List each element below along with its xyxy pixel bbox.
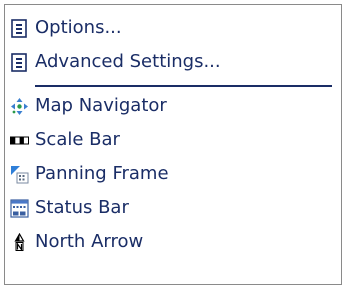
menu-item-label: Advanced Settings...: [35, 51, 221, 72]
menu-item-label: Map Navigator: [35, 95, 167, 116]
panning-frame-icon: [10, 165, 29, 184]
context-menu: Options... Advanced Settings... Map Navi…: [4, 4, 342, 285]
menu-separator: [35, 85, 332, 87]
map-navigator-icon: [10, 97, 29, 116]
menu-item-map-navigator[interactable]: Map Navigator: [5, 89, 341, 123]
scale-bar-icon: [10, 131, 29, 150]
status-bar-icon: [10, 199, 29, 218]
menu-item-advanced-settings[interactable]: Advanced Settings...: [5, 45, 341, 79]
document-icon: [10, 53, 29, 72]
menu-item-label: Status Bar: [35, 197, 129, 218]
menu-item-label: Panning Frame: [35, 163, 169, 184]
menu-item-status-bar[interactable]: Status Bar: [5, 191, 341, 225]
north-arrow-icon: [10, 233, 29, 252]
menu-item-label: Options...: [35, 17, 122, 38]
menu-item-label: North Arrow: [35, 231, 144, 252]
menu-item-label: Scale Bar: [35, 129, 120, 150]
menu-item-options[interactable]: Options...: [5, 11, 341, 45]
menu-item-north-arrow[interactable]: North Arrow: [5, 225, 341, 259]
menu-item-scale-bar[interactable]: Scale Bar: [5, 123, 341, 157]
document-icon: [10, 19, 29, 38]
menu-item-panning-frame[interactable]: Panning Frame: [5, 157, 341, 191]
